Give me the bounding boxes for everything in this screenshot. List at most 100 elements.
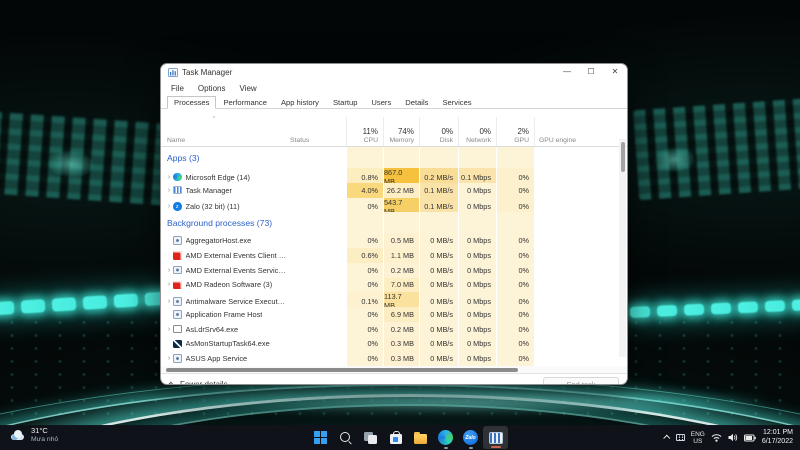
process-name-cell: AggregatorHost.exe	[161, 233, 288, 248]
column-header-gpu[interactable]: 2% GPU	[496, 117, 534, 146]
process-row[interactable]: › AMD Radeon Software (3) 0% 7.0 MB 0 MB/s 0 …	[161, 277, 627, 293]
tab-startup[interactable]: Startup	[326, 96, 364, 110]
taskbar: 31°C Mưa nhỏ Zalo ENG US 12:01 PM 6/17/2…	[0, 425, 800, 450]
horizontal-scrollbar[interactable]	[161, 366, 627, 373]
chevron-up-icon	[167, 381, 175, 384]
battery-icon[interactable]	[743, 434, 756, 442]
stage-glow	[653, 146, 696, 173]
process-row[interactable]: › ASUS App Service 0% 0.3 MB 0 MB/s 0 Mbps 0%	[161, 351, 627, 366]
amd-app-icon	[173, 280, 182, 290]
windows-start-icon	[314, 431, 327, 444]
process-row[interactable]: › AMD External Events Service M... 0% 0.2 M…	[161, 262, 627, 278]
usage-value-cell: 0%	[496, 307, 534, 322]
taskbar-start-button[interactable]	[308, 425, 333, 450]
taskbar-task-view-button[interactable]	[358, 425, 383, 450]
taskbar-store-button[interactable]	[383, 425, 408, 450]
columns-header[interactable]: ˆ Name Status 11% CPU 74% Memory 0% Disk 0% Networ…	[161, 117, 627, 147]
row-expander-icon[interactable]: ›	[165, 326, 173, 333]
tab-services[interactable]: Services	[435, 96, 478, 110]
tray-overflow-chevron-icon[interactable]	[663, 434, 671, 442]
vertical-scrollbar-thumb[interactable]	[620, 142, 625, 172]
total-usage-value: 74%	[397, 127, 414, 136]
tab-performance[interactable]: Performance	[216, 96, 273, 110]
end-task-button[interactable]: End task	[543, 377, 619, 384]
process-row[interactable]: › z Zalo (32 bit) (11) 0% 543.7 MB 0.1 MB/s 0 …	[161, 197, 627, 216]
tab-processes[interactable]: Processes	[167, 95, 217, 109]
row-expander-icon[interactable]: ›	[165, 203, 173, 210]
process-row[interactable]: › AsLdrSrv64.exe 0% 0.2 MB 0 MB/s 0 Mbps 0%	[161, 321, 627, 337]
touch-keyboard-icon[interactable]	[675, 434, 685, 441]
volume-icon[interactable]	[728, 433, 738, 442]
taskbar-zalo-button[interactable]: Zalo	[458, 425, 483, 450]
row-expander-icon[interactable]: ›	[165, 298, 173, 305]
usage-value-cell: 0 Mbps	[458, 248, 496, 263]
heat-cell	[458, 147, 496, 168]
vertical-scrollbar[interactable]	[619, 139, 626, 357]
tab-app-history[interactable]: App history	[274, 96, 326, 110]
column-header-cpu[interactable]: 11% CPU	[346, 117, 383, 146]
gpu-engine-cell	[534, 322, 627, 337]
process-row[interactable]: › Task Manager 4.0% 26.2 MB 0.1 MB/s 0 Mbps 0%	[161, 182, 627, 198]
menu-options[interactable]: Options	[191, 84, 233, 93]
column-header-network[interactable]: 0% Network	[458, 117, 496, 146]
column-header-status[interactable]: Status	[288, 117, 346, 146]
row-expander-icon[interactable]: ›	[165, 355, 173, 362]
status-cell	[288, 263, 346, 278]
title-bar[interactable]: Task Manager — ☐ ✕	[161, 64, 627, 81]
section-header-row[interactable]: Background processes (73)	[161, 212, 627, 234]
weather-widget[interactable]: 31°C Mưa nhỏ	[10, 426, 58, 444]
heat-cell	[458, 212, 496, 234]
wifi-icon[interactable]	[711, 433, 722, 442]
taskbar-file-explorer-button[interactable]	[408, 425, 433, 450]
usage-value-cell: 1.1 MB	[383, 248, 419, 263]
taskbar-edge-button[interactable]	[433, 425, 458, 450]
window-title: Task Manager	[182, 68, 233, 77]
column-header-memory[interactable]: 74% Memory	[383, 117, 419, 146]
close-button[interactable]: ✕	[603, 64, 627, 81]
maximize-button[interactable]: ☐	[579, 64, 603, 81]
process-row[interactable]: › Microsoft Edge (14) 0.8% 867.0 MB 0.2 MB/s…	[161, 168, 627, 186]
menu-view[interactable]: View	[232, 84, 263, 93]
usage-value-cell: 0 MB/s	[419, 262, 458, 278]
process-row[interactable]: AggregatorHost.exe 0% 0.5 MB 0 MB/s 0 Mbps 0%	[161, 233, 627, 248]
usage-value-cell: 0 Mbps	[458, 277, 496, 293]
fewer-details-label: Fewer details	[180, 380, 228, 385]
row-expander-icon[interactable]: ›	[165, 281, 173, 288]
asus-app-icon	[173, 339, 182, 349]
menu-bar: File Options View	[161, 81, 627, 95]
row-expander-icon[interactable]: ›	[165, 174, 173, 181]
process-name-cell: › AMD External Events Service M...	[161, 263, 288, 278]
taskbar-task-manager-button[interactable]	[483, 426, 508, 449]
process-row[interactable]: AMD External Events Client Mo... 0.6% 1.1 …	[161, 248, 627, 263]
fewer-details-toggle[interactable]: Fewer details	[167, 380, 543, 385]
section-header-row[interactable]: Apps (3)	[161, 147, 627, 168]
horizontal-scrollbar-thumb[interactable]	[166, 367, 518, 372]
usage-value-cell: 0.3 MB	[383, 351, 419, 366]
heat-cell	[383, 147, 419, 168]
usage-value-cell: 0 Mbps	[458, 307, 496, 322]
heat-cell	[496, 147, 534, 168]
column-header-disk[interactable]: 0% Disk	[419, 117, 458, 146]
menu-file[interactable]: File	[164, 84, 191, 93]
usage-value-cell: 0%	[496, 262, 534, 278]
clock[interactable]: 12:01 PM 6/17/2022	[762, 429, 793, 446]
column-header-gpu-engine[interactable]: GPU engine	[534, 117, 627, 146]
minimize-button[interactable]: —	[555, 64, 579, 81]
process-row[interactable]: AsMonStartupTask64.exe 0% 0.3 MB 0 MB/s 0 Mb…	[161, 336, 627, 352]
tab-details[interactable]: Details	[398, 96, 435, 110]
usage-column-label: Disk	[439, 137, 453, 144]
tab-users[interactable]: Users	[364, 96, 398, 110]
process-row[interactable]: › Antimalware Service Executable 0.1% 113.7…	[161, 292, 627, 311]
weather-temp: 31°C	[31, 426, 48, 435]
system-tray: ENG US 12:01 PM 6/17/2022	[663, 425, 793, 450]
column-header-name[interactable]: ˆ Name	[161, 117, 288, 146]
taskbar-search-button[interactable]	[333, 425, 358, 450]
row-expander-icon[interactable]: ›	[165, 187, 173, 194]
generic-app-icon	[173, 310, 182, 319]
tray-time: 12:01 PM	[763, 429, 793, 436]
process-row[interactable]: Application Frame Host 0% 6.9 MB 0 MB/s 0 Mb…	[161, 307, 627, 322]
heat-cell	[346, 212, 383, 234]
row-expander-icon[interactable]: ›	[165, 267, 173, 274]
heat-cell	[419, 147, 458, 168]
language-switcher[interactable]: ENG US	[691, 431, 705, 445]
